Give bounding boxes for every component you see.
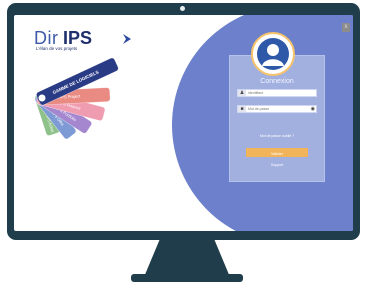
monitor-stand-base (131, 274, 243, 282)
lock-icon: ■ (238, 106, 246, 112)
fan-pivot (37, 93, 47, 103)
support-link[interactable]: Support (230, 163, 324, 167)
close-button[interactable]: x (342, 23, 350, 32)
login-title: Connexion (260, 78, 294, 85)
username-input[interactable] (248, 90, 308, 96)
username-field[interactable]: ♟ (237, 89, 317, 97)
software-fan: Dir IPS AchatDir IPS OffreDir IPS Portfo… (34, 57, 119, 140)
forgot-password-link[interactable]: Mot de passe oublié ? (230, 134, 324, 138)
monitor-frame: Dir IPS L'élan de vos projets Dir IPS Ac… (7, 3, 360, 240)
eye-icon[interactable]: ◉ (311, 106, 315, 112)
submit-button[interactable]: Valider (246, 148, 308, 157)
user-icon: ♟ (238, 90, 246, 96)
password-input[interactable] (248, 106, 308, 112)
camera-dot (180, 6, 185, 11)
user-avatar-icon (257, 38, 289, 70)
monitor-stand-neck (144, 240, 230, 277)
screen: Dir IPS L'élan de vos projets Dir IPS Ac… (14, 15, 353, 231)
password-field[interactable]: ■ ◉ (237, 105, 317, 113)
avatar (251, 32, 295, 76)
